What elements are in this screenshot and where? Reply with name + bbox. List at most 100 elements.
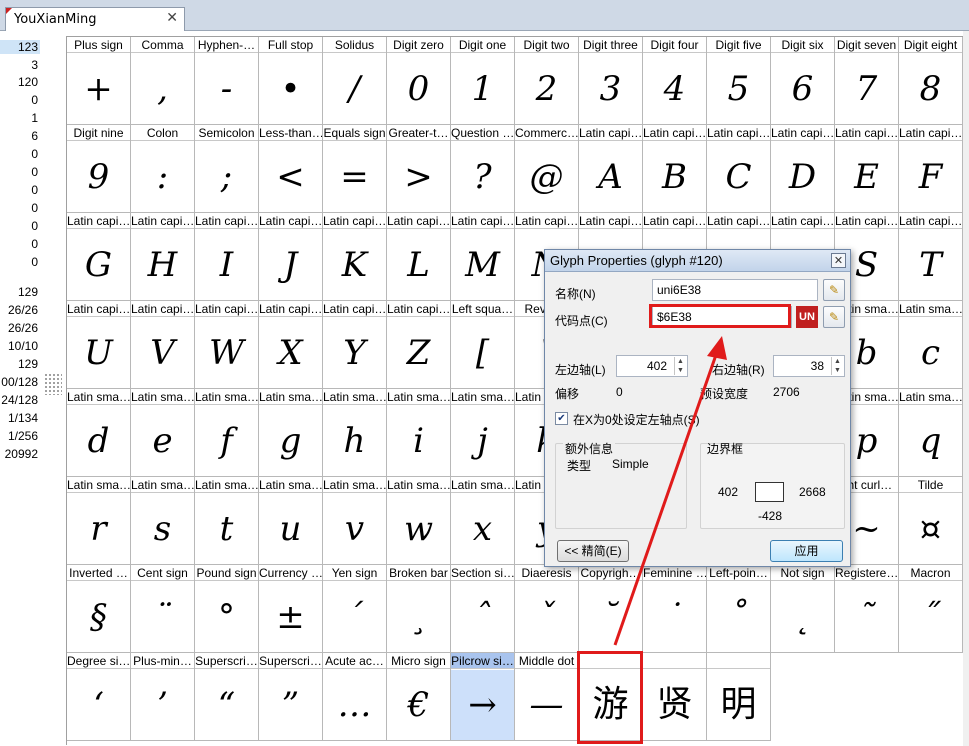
glyph-cell[interactable]: Latin sma… i <box>387 389 451 477</box>
glyph-cell[interactable]: Latin capi… E <box>835 125 899 213</box>
glyph-cell[interactable]: Latin capi… H <box>131 213 195 301</box>
glyph-cell[interactable]: Latin capi… I <box>195 213 259 301</box>
glyph-cell[interactable]: Digit three 3 <box>579 37 643 125</box>
glyph-cell[interactable]: Solidus / <box>323 37 387 125</box>
glyph-cell[interactable]: Commerc… @ <box>515 125 579 213</box>
glyph-cell[interactable]: Superscri… ” <box>259 653 323 741</box>
rsb-spin-arrows-icon[interactable]: ▲ ▼ <box>831 357 843 375</box>
rsb-spinbox[interactable]: 38 ▲ ▼ <box>773 355 845 377</box>
unicode-table-icon[interactable]: UN <box>796 306 818 328</box>
glyph-cell[interactable]: Digit one 1 <box>451 37 515 125</box>
glyph-cell[interactable]: Latin sma… r <box>67 477 131 565</box>
glyph-cell[interactable]: Pilcrow si… → <box>451 653 515 741</box>
lsb-spin-arrows-icon[interactable]: ▲ ▼ <box>674 357 686 375</box>
glyph-cell[interactable]: Digit two 2 <box>515 37 579 125</box>
dialog-close-icon[interactable]: ✕ <box>831 253 846 268</box>
glyph-cell[interactable]: Latin sma… e <box>131 389 195 477</box>
name-edit-icon[interactable]: ✎ <box>823 279 845 301</box>
glyph-cell[interactable]: Acute ac…… <box>323 653 387 741</box>
glyph-cell[interactable]: Latin capi… C <box>707 125 771 213</box>
glyph-cell[interactable]: Latin capi… U <box>67 301 131 389</box>
glyph-cell[interactable]: Latin capi… T <box>899 213 963 301</box>
lsb-spinbox[interactable]: 402 ▲ ▼ <box>616 355 688 377</box>
codepoint-edit-icon[interactable]: ✎ <box>823 306 845 328</box>
glyph-cell[interactable]: Latin capi… Y <box>323 301 387 389</box>
glyph-cell[interactable]: Macron ˝ <box>899 565 963 653</box>
glyph-cell[interactable]: Full stop • <box>259 37 323 125</box>
glyph-cell[interactable]: Question …? <box>451 125 515 213</box>
glyph-cell[interactable]: Tilde ¤ <box>899 477 963 565</box>
glyph-cell[interactable]: Latin capi… Z <box>387 301 451 389</box>
glyph-cell[interactable]: Latin capi… K <box>323 213 387 301</box>
glyph-cell[interactable]: Pound sign ° <box>195 565 259 653</box>
font-tab[interactable]: YouXianMing ✕ <box>5 7 185 31</box>
glyph-cell[interactable]: Latin capi… X <box>259 301 323 389</box>
glyph-cell[interactable]: Inverted … § <box>67 565 131 653</box>
glyph-cell[interactable]: Latin sma… c <box>899 301 963 389</box>
apply-button[interactable]: 应用 <box>770 540 843 562</box>
glyph-cell[interactable]: Superscri… “ <box>195 653 259 741</box>
glyph-cell[interactable]: Plus sign + <box>67 37 131 125</box>
splitter-grip-icon[interactable] <box>44 373 62 395</box>
glyph-cell[interactable]: Latin capi… B <box>643 125 707 213</box>
glyph-cell[interactable]: Digit four 4 <box>643 37 707 125</box>
glyph-cell[interactable]: Comma, <box>131 37 195 125</box>
glyph-cell[interactable]: Latin sma… w <box>387 477 451 565</box>
glyph-cell[interactable]: Latin sma… u <box>259 477 323 565</box>
glyph-cell[interactable]: Latin sma… q <box>899 389 963 477</box>
glyph-cell[interactable]: Latin capi… W <box>195 301 259 389</box>
glyph-cell[interactable]: Copyrigh… ˘ <box>579 565 643 653</box>
glyph-cell[interactable]: Broken bar ¸ <box>387 565 451 653</box>
glyph-cell[interactable]: Less-than… < <box>259 125 323 213</box>
glyph-cell[interactable]: Semicolon; <box>195 125 259 213</box>
glyph-cell[interactable]: Currency … ± <box>259 565 323 653</box>
glyph-cell[interactable]: Feminine … ˙ <box>643 565 707 653</box>
glyph-cell[interactable]: Not sign ˛ <box>771 565 835 653</box>
glyph-cell[interactable]: Diaeresis ˇ <box>515 565 579 653</box>
vertical-scrollbar[interactable] <box>963 31 969 746</box>
glyph-cell[interactable]: Section si… ˆ <box>451 565 515 653</box>
glyph-cell[interactable]: Digit zero 0 <box>387 37 451 125</box>
close-tab-icon[interactable]: ✕ <box>166 10 178 26</box>
glyph-cell[interactable]: Left-poin… ˚ <box>707 565 771 653</box>
glyph-cell[interactable]: Latin sma… g <box>259 389 323 477</box>
glyph-cell[interactable]: Latin sma… d <box>67 389 131 477</box>
glyph-cell[interactable]: Digit eight 8 <box>899 37 963 125</box>
glyph-cell[interactable]: Colon: <box>131 125 195 213</box>
glyph-cell[interactable]: Digit five 5 <box>707 37 771 125</box>
codepoint-field[interactable]: $6E38 <box>652 306 792 328</box>
glyph-cell[interactable]: Latin capi… L <box>387 213 451 301</box>
glyph-cell[interactable]: Latin sma… x <box>451 477 515 565</box>
glyph-cell[interactable]: Equals sign = <box>323 125 387 213</box>
glyph-cell[interactable]: Middle dot — <box>515 653 579 741</box>
glyph-cell[interactable]: Digit nine 9 <box>67 125 131 213</box>
set-lsb-checkbox[interactable]: ✔ <box>555 412 568 425</box>
glyph-cell[interactable]: Latin sma… t <box>195 477 259 565</box>
glyph-cell[interactable]: Micro sign € <box>387 653 451 741</box>
glyph-cell[interactable]: Latin capi… M <box>451 213 515 301</box>
glyph-cell[interactable]: Plus-min… ’ <box>131 653 195 741</box>
glyph-cell[interactable]: Degree si… ‘ <box>67 653 131 741</box>
name-field[interactable]: uni6E38 <box>652 279 818 301</box>
glyph-cell[interactable]: Latin capi… F <box>899 125 963 213</box>
glyph-cell[interactable]: Latin sma… j <box>451 389 515 477</box>
glyph-cell[interactable]: Latin sma… h <box>323 389 387 477</box>
simplify-button[interactable]: << 精简(E) <box>557 540 629 562</box>
glyph-cell[interactable]: Latin sma… f <box>195 389 259 477</box>
glyph-cell[interactable]: 游 <box>579 653 643 741</box>
glyph-cell[interactable]: Hyphen-… - <box>195 37 259 125</box>
glyph-cell[interactable]: 明 <box>707 653 771 741</box>
glyph-cell[interactable]: Registere… ˜ <box>835 565 899 653</box>
glyph-cell[interactable]: Digit six 6 <box>771 37 835 125</box>
glyph-cell[interactable]: Left squa… [ <box>451 301 515 389</box>
glyph-cell[interactable]: Greater-t… > <box>387 125 451 213</box>
dialog-titlebar[interactable]: Glyph Properties (glyph #120) ✕ <box>545 250 850 272</box>
glyph-cell[interactable]: Yen sign ´ <box>323 565 387 653</box>
glyph-cell[interactable]: Digit seven 7 <box>835 37 899 125</box>
glyph-cell[interactable]: Latin sma… v <box>323 477 387 565</box>
glyph-cell[interactable]: 贤 <box>643 653 707 741</box>
set-lsb-checkbox-label[interactable]: 在X为0处设定左轴点(S) <box>573 411 700 428</box>
glyph-cell[interactable]: Latin sma… s <box>131 477 195 565</box>
glyph-cell[interactable]: Latin capi… J <box>259 213 323 301</box>
glyph-cell[interactable]: Latin capi… D <box>771 125 835 213</box>
